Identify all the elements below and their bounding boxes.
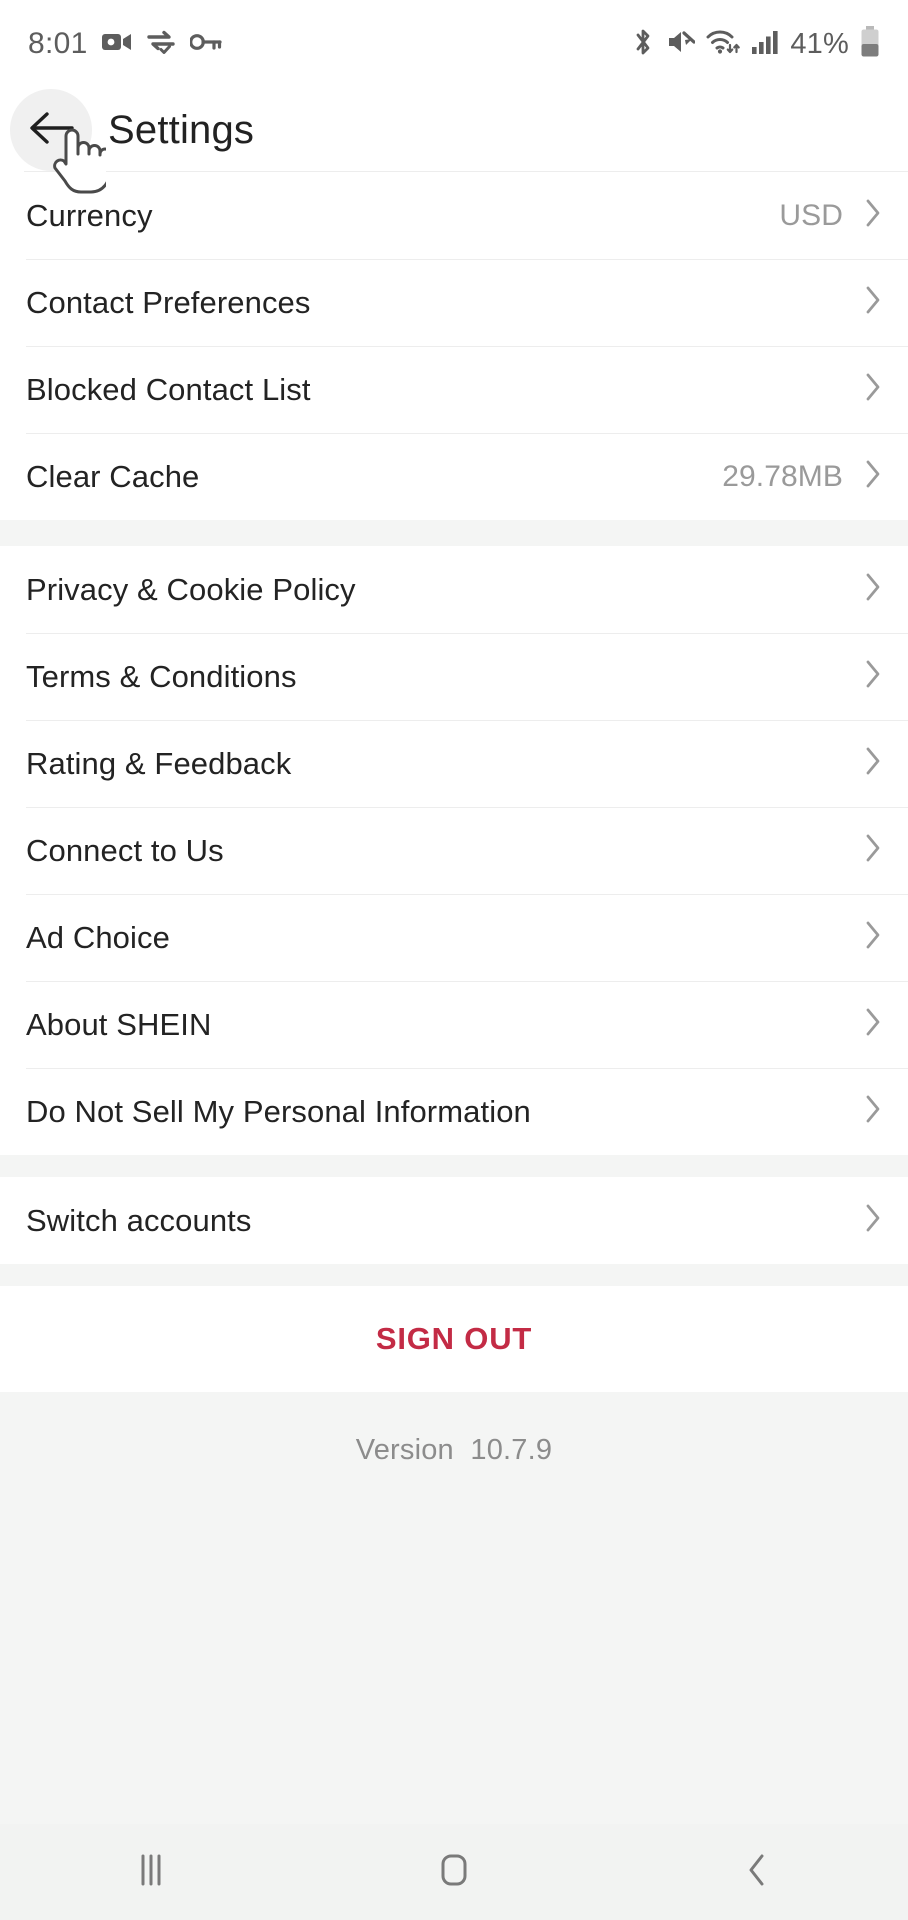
settings-row-contact-preferences[interactable]: Contact Preferences	[0, 259, 908, 346]
app-header: Settings	[0, 88, 908, 194]
recents-button[interactable]	[0, 1824, 303, 1920]
row-label: Ad Choice	[26, 919, 170, 955]
chevron-right-icon	[865, 572, 882, 607]
home-button[interactable]	[303, 1824, 606, 1920]
row-label: Privacy & Cookie Policy	[26, 571, 356, 607]
account-group: Switch accounts	[0, 1177, 908, 1264]
chevron-right-icon	[865, 833, 882, 868]
row-label: Terms & Conditions	[26, 658, 297, 694]
row-label: Do Not Sell My Personal Information	[26, 1093, 531, 1129]
settings-row-ad-choice[interactable]: Ad Choice	[0, 894, 908, 981]
status-bar-left: 8:01	[28, 27, 222, 61]
back-button-nav[interactable]	[605, 1824, 908, 1920]
back-button[interactable]	[10, 89, 92, 171]
row-trailing: USD	[779, 198, 882, 233]
settings-row-about-shein[interactable]: About SHEIN	[0, 981, 908, 1068]
section-separator	[0, 520, 908, 546]
row-trailing	[865, 746, 882, 781]
row-trailing	[865, 659, 882, 694]
status-bar-right: 41%	[632, 25, 880, 63]
chevron-right-icon	[865, 1007, 882, 1042]
data-sync-icon	[146, 30, 176, 59]
chevron-right-icon	[865, 920, 882, 955]
row-trailing	[865, 1094, 882, 1129]
settings-row-switch-accounts[interactable]: Switch accounts	[0, 1177, 908, 1264]
settings-row-terms-conditions[interactable]: Terms & Conditions	[0, 633, 908, 720]
chevron-right-icon	[865, 746, 882, 781]
row-label: Contact Preferences	[26, 284, 311, 320]
battery-icon	[860, 25, 880, 63]
row-value: USD	[779, 198, 843, 232]
preferences-group: Currency USD Contact Preferences Blocked	[0, 172, 908, 520]
legal-group: Privacy & Cookie Policy Terms & Conditio…	[0, 546, 908, 1155]
version-label: Version 10.7.9	[355, 1434, 553, 1466]
settings-list[interactable]: Currency USD Contact Preferences Blocked	[0, 172, 908, 1824]
settings-row-blocked-contact-list[interactable]: Blocked Contact List	[0, 346, 908, 433]
row-label: Clear Cache	[26, 458, 200, 494]
row-label: Currency	[26, 197, 153, 233]
row-label: Rating & Feedback	[26, 745, 292, 781]
sign-out-label: SIGN OUT	[375, 1321, 533, 1356]
row-trailing	[865, 572, 882, 607]
page-title: Settings	[108, 107, 255, 152]
bluetooth-icon	[632, 27, 654, 62]
section-separator	[0, 1155, 908, 1177]
chevron-right-icon	[865, 459, 882, 494]
row-trailing: 29.78MB	[722, 459, 882, 494]
settings-row-privacy-cookie-policy[interactable]: Privacy & Cookie Policy	[0, 546, 908, 633]
row-label: Switch accounts	[26, 1202, 252, 1238]
row-trailing	[865, 1007, 882, 1042]
wifi-icon	[706, 28, 741, 61]
battery-percent-label: 41%	[790, 27, 849, 60]
video-camera-icon	[101, 31, 132, 58]
row-label: About SHEIN	[26, 1006, 212, 1042]
cellular-signal-icon	[751, 29, 779, 60]
row-trailing	[865, 833, 882, 868]
version-footer: Version 10.7.9	[0, 1392, 908, 1824]
section-separator	[0, 1264, 908, 1286]
row-trailing	[865, 1203, 882, 1238]
recents-icon	[134, 1852, 168, 1893]
volume-mute-icon	[665, 28, 696, 61]
chevron-right-icon	[865, 1203, 882, 1238]
status-bar: 8:01 41%	[0, 0, 908, 88]
row-label: Connect to Us	[26, 832, 224, 868]
vpn-key-icon	[188, 33, 222, 56]
settings-row-clear-cache[interactable]: Clear Cache 29.78MB	[0, 433, 908, 520]
row-trailing	[865, 372, 882, 407]
chevron-right-icon	[865, 1094, 882, 1129]
sign-out-button[interactable]: SIGN OUT	[0, 1286, 908, 1392]
row-trailing	[865, 285, 882, 320]
nav-back-icon	[744, 1851, 770, 1894]
home-icon	[436, 1851, 472, 1894]
settings-row-currency[interactable]: Currency USD	[0, 172, 908, 259]
settings-row-rating-feedback[interactable]: Rating & Feedback	[0, 720, 908, 807]
settings-row-do-not-sell-my-personal-information[interactable]: Do Not Sell My Personal Information	[0, 1068, 908, 1155]
back-arrow-icon	[28, 109, 74, 152]
row-value: 29.78MB	[722, 459, 843, 493]
android-nav-bar	[0, 1824, 908, 1920]
chevron-right-icon	[865, 372, 882, 407]
settings-row-connect-to-us[interactable]: Connect to Us	[0, 807, 908, 894]
chevron-right-icon	[865, 285, 882, 320]
phone-screen: 8:01 41% Settings Currency USD Contact P…	[0, 0, 908, 1920]
chevron-right-icon	[865, 659, 882, 694]
row-trailing	[865, 920, 882, 955]
chevron-right-icon	[865, 198, 882, 233]
row-label: Blocked Contact List	[26, 371, 311, 407]
status-bar-clock: 8:01	[28, 27, 88, 60]
